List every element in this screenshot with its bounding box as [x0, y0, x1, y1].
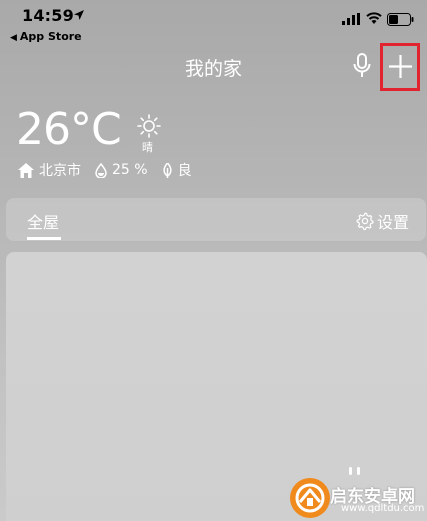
- back-app-label: App Store: [19, 30, 82, 43]
- add-device-button[interactable]: [380, 43, 420, 91]
- weather-info-row: 北京市 25 % 良: [18, 160, 192, 180]
- microphone-icon[interactable]: [353, 53, 371, 79]
- cellular-signal-icon: [342, 13, 360, 25]
- back-triangle-icon: ◀: [10, 33, 17, 43]
- watermark-url: www.qdltdu.com: [341, 503, 425, 514]
- leaf-icon: [162, 162, 172, 178]
- location-arrow-icon: [74, 10, 84, 20]
- tab-all-rooms[interactable]: 全屋: [27, 209, 59, 233]
- city-name: 北京市: [39, 163, 81, 179]
- wifi-icon: [366, 12, 382, 24]
- settings-label: 设置: [377, 213, 410, 232]
- plus-icon: [389, 55, 412, 78]
- home-icon: [18, 162, 34, 178]
- air-quality-value: 良: [177, 163, 192, 179]
- sun-icon: [137, 114, 161, 138]
- gear-icon: [356, 212, 374, 230]
- battery-icon: [387, 13, 414, 26]
- settings-button[interactable]: 设置: [356, 209, 409, 233]
- humidity-value: 25 %: [112, 162, 148, 178]
- back-to-app-link[interactable]: ◀ App Store: [10, 30, 82, 43]
- status-time: 14:59: [22, 6, 74, 25]
- active-tab-indicator: [27, 237, 61, 240]
- humidity-drop-icon: [95, 162, 107, 178]
- weather-condition: 晴: [142, 141, 153, 154]
- temperature: 26°C: [16, 104, 122, 155]
